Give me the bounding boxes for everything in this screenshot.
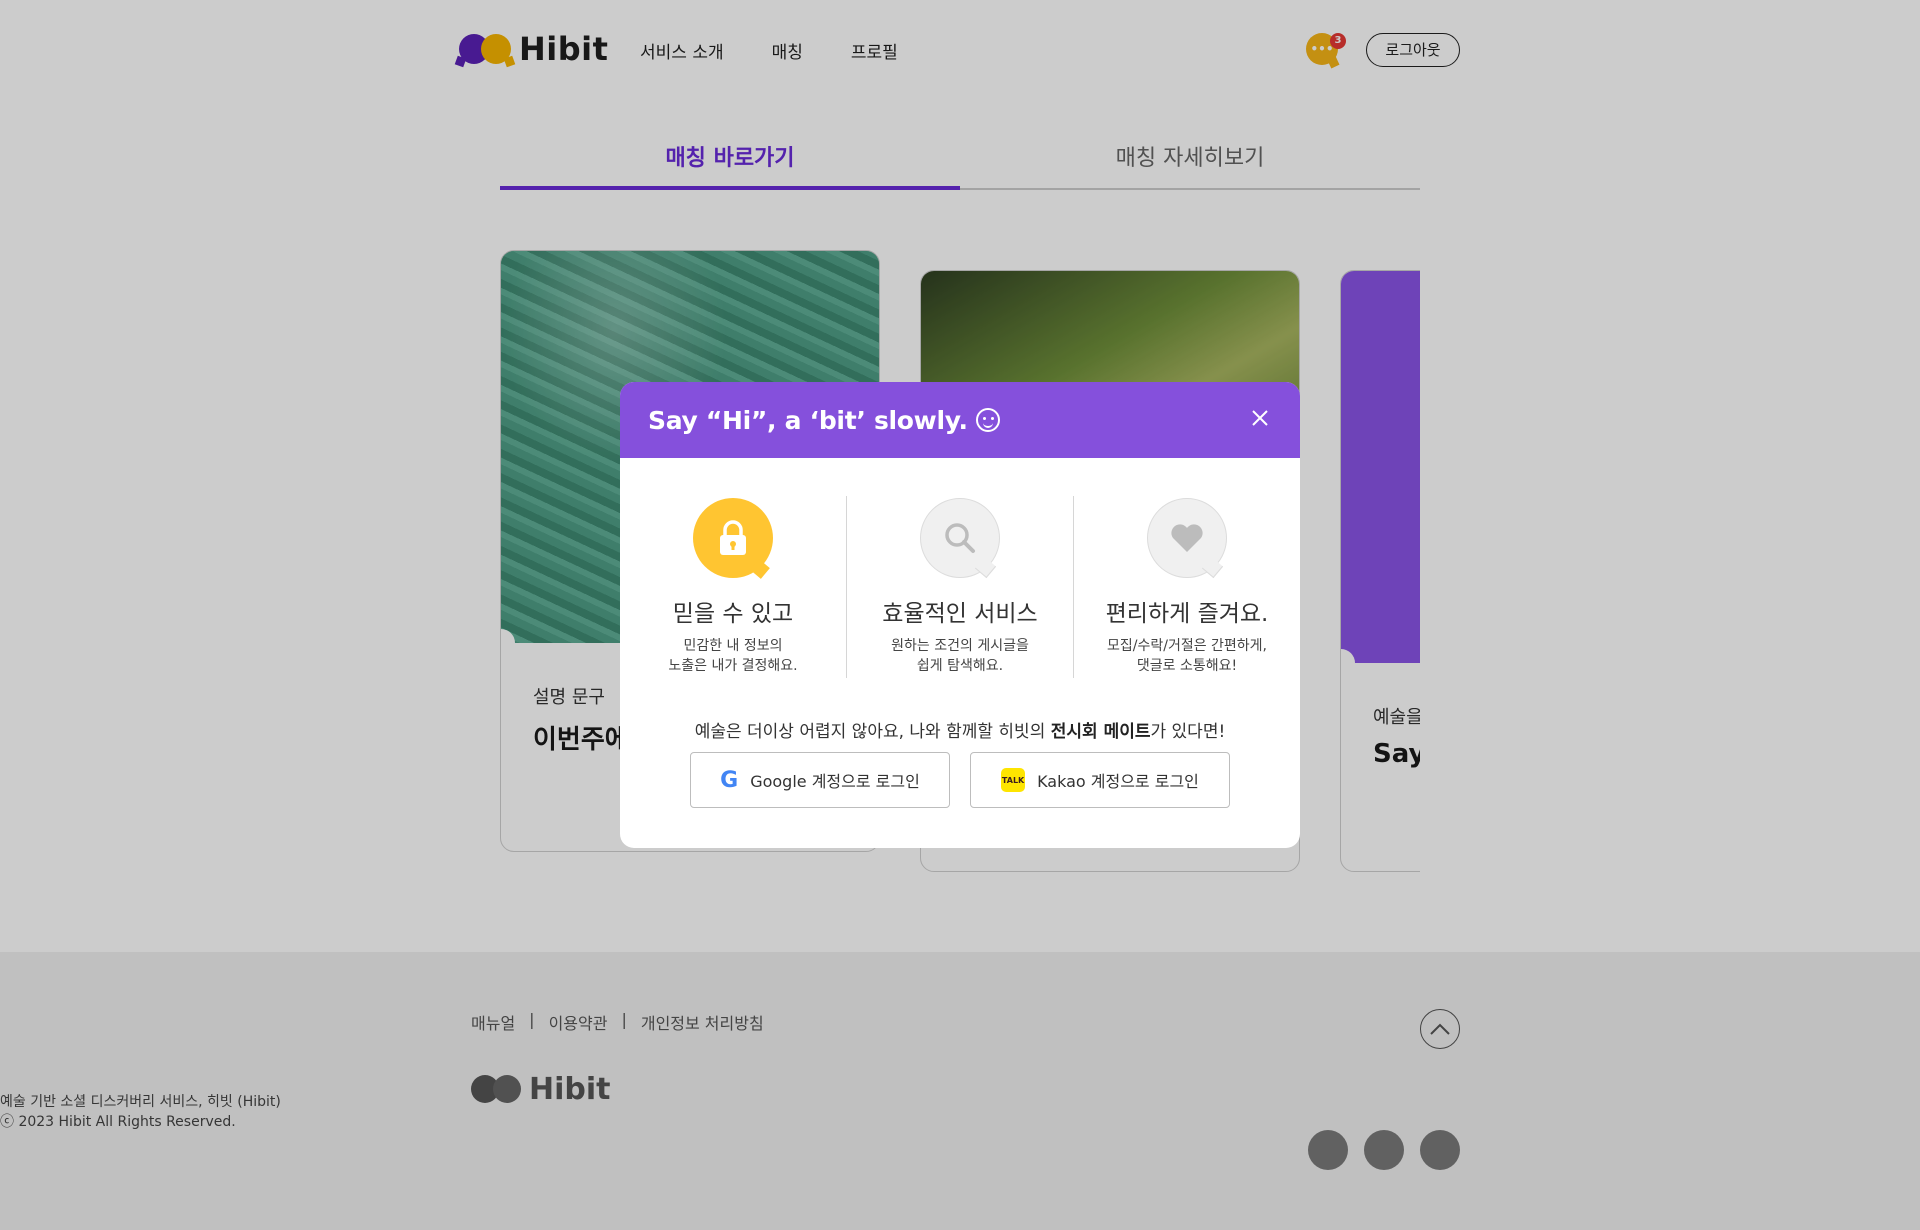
feature-desc-line: 댓글로 소통해요! [1136, 658, 1238, 674]
search-icon [920, 498, 1000, 578]
smile-icon [975, 408, 1000, 432]
feature-name: 편리하게 즐겨요. [1105, 601, 1269, 627]
modal-tagline: 예술은 더이상 어렵지 않아요, 나와 함께할 히빗의 전시회 메이트가 있다면… [620, 717, 1300, 742]
feature-description: 모집/수락/거절은 간편하게, 댓글로 소통해요! [1074, 636, 1300, 676]
feature-desc-line: 민감한 내 정보의 [683, 638, 783, 654]
feature-description: 원하는 조건의 게시글을 쉽게 탐색해요. [847, 636, 1073, 676]
kakao-login-label: Kakao 계정으로 로그인 [1037, 772, 1199, 791]
feature-name: 믿을 수 있고 [672, 601, 794, 627]
close-icon[interactable] [1246, 406, 1274, 434]
feature-list: 믿을 수 있고 민감한 내 정보의 노출은 내가 결정해요. 효율적인 서비스 … [620, 496, 1300, 678]
feature-desc-line: 노출은 내가 결정해요. [668, 658, 798, 674]
heart-icon [1147, 498, 1227, 578]
feature-name: 효율적인 서비스 [882, 601, 1038, 627]
lock-icon [693, 498, 773, 578]
feature-convenience: 편리하게 즐겨요. 모집/수락/거절은 간편하게, 댓글로 소통해요! [1073, 496, 1300, 678]
feature-desc-line: 모집/수락/거절은 간편하게, [1106, 638, 1267, 654]
google-icon: G [720, 767, 739, 793]
feature-description: 민감한 내 정보의 노출은 내가 결정해요. [620, 636, 846, 676]
feature-efficiency: 효율적인 서비스 원하는 조건의 게시글을 쉽게 탐색해요. [846, 496, 1073, 678]
tagline-highlight: 전시회 메이트 [1050, 722, 1151, 742]
feature-desc-line: 쉽게 탐색해요. [916, 658, 1004, 674]
tagline-text: 가 있다면! [1150, 722, 1226, 742]
kakao-login-button[interactable]: TALK Kakao 계정으로 로그인 [970, 752, 1230, 808]
feature-trust: 믿을 수 있고 민감한 내 정보의 노출은 내가 결정해요. [620, 496, 846, 678]
modal-title: Say “Hi”, a ‘bit’ slowly. [648, 405, 968, 435]
google-login-label: Google 계정으로 로그인 [750, 772, 920, 791]
login-modal: Say “Hi”, a ‘bit’ slowly. 믿을 수 있고 민감한 내 … [620, 382, 1300, 848]
login-buttons: G Google 계정으로 로그인 TALK Kakao 계정으로 로그인 [690, 752, 1230, 808]
kakao-talk-icon: TALK [1001, 768, 1026, 792]
google-login-button[interactable]: G Google 계정으로 로그인 [690, 752, 950, 808]
modal-header: Say “Hi”, a ‘bit’ slowly. [620, 382, 1300, 458]
feature-desc-line: 원하는 조건의 게시글을 [891, 638, 1029, 654]
tagline-text: 예술은 더이상 어렵지 않아요, 나와 함께할 히빗의 [694, 722, 1051, 742]
